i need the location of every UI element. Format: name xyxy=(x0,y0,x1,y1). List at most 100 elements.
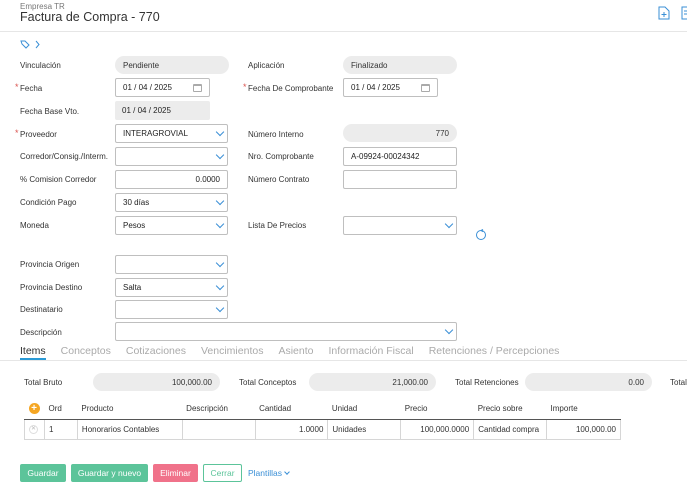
provincia-origen-label: Provincia Origen xyxy=(20,260,80,269)
eliminar-button[interactable]: Eliminar xyxy=(153,464,198,482)
tab-conceptos[interactable]: Conceptos xyxy=(61,345,111,360)
tab-bar: Items Conceptos Cotizaciones Vencimiento… xyxy=(20,345,574,360)
provincia-destino-label: Provincia Destino xyxy=(20,283,83,292)
chevron-down-icon xyxy=(215,303,225,313)
descripcion-select[interactable] xyxy=(115,322,457,341)
fecha-base-vto-value: 01 / 04 / 2025 xyxy=(115,101,210,120)
numero-contrato-label: Número Contrato xyxy=(248,175,310,184)
proveedor-select[interactable]: INTERAGROVIAL xyxy=(115,124,228,143)
fecha-comprobante-label-text: Fecha De Comprobante xyxy=(248,84,334,93)
tab-informacion-fiscal[interactable]: Información Fiscal xyxy=(328,345,413,360)
delete-icon[interactable]: ✕ xyxy=(29,424,38,434)
proveedor-label-text: Proveedor xyxy=(20,130,57,139)
col-cantidad: Cantidad xyxy=(255,399,328,420)
vinculacion-label: Vinculación xyxy=(20,61,61,70)
provincia-destino-select[interactable]: Salta xyxy=(115,278,228,297)
chevron-down-icon xyxy=(444,325,454,335)
document-icon[interactable] xyxy=(681,6,687,20)
page-title: Factura de Compra - 770 xyxy=(20,10,160,24)
delete-row-cell: ✕ xyxy=(24,419,45,440)
new-document-icon[interactable] xyxy=(658,6,670,20)
total-retenciones-value: 0.00 xyxy=(525,373,652,391)
chevron-down-icon xyxy=(215,196,225,206)
provincia-origen-select[interactable] xyxy=(115,255,228,274)
lista-precios-label: Lista De Precios xyxy=(248,221,307,230)
cell-descripcion[interactable] xyxy=(181,419,256,440)
total-label: Total xyxy=(670,378,687,387)
cerrar-button[interactable]: Cerrar xyxy=(203,464,242,482)
add-row-cell: + xyxy=(24,399,45,420)
moneda-label: Moneda xyxy=(20,221,49,230)
col-importe: Importe xyxy=(546,399,621,420)
table-row[interactable]: ✕ 1 Honorarios Contables 1.0000 Unidades… xyxy=(24,419,621,440)
fecha-comprobante-input[interactable]: 01 / 04 / 2025 xyxy=(343,78,438,97)
refresh-icon[interactable] xyxy=(475,229,487,241)
calendar-icon[interactable] xyxy=(193,83,202,92)
proveedor-label: * Proveedor xyxy=(15,128,57,139)
chevron-down-icon xyxy=(284,468,290,475)
guardar-button[interactable]: Guardar xyxy=(20,464,66,482)
guardar-y-nuevo-button[interactable]: Guardar y nuevo xyxy=(71,464,148,482)
col-unidad: Unidad xyxy=(327,399,401,420)
table-header-row: + Ord Producto Descripción Cantidad Unid… xyxy=(24,399,621,420)
tab-asiento[interactable]: Asiento xyxy=(278,345,313,360)
comision-corredor-input[interactable]: 0.0000 xyxy=(115,170,228,189)
fecha-input[interactable]: 01 / 04 / 2025 xyxy=(115,78,210,97)
corredor-select[interactable] xyxy=(115,147,228,166)
fecha-comprobante-label: * Fecha De Comprobante xyxy=(243,82,334,93)
nro-comprobante-input[interactable]: A-09924-00024342 xyxy=(343,147,457,166)
required-marker: * xyxy=(243,82,247,92)
condicion-pago-label: Condición Pago xyxy=(20,198,77,207)
corredor-label: Corredor/Consig./Interm. xyxy=(20,152,109,161)
add-icon[interactable]: + xyxy=(28,403,40,415)
col-producto: Producto xyxy=(77,399,183,420)
moneda-select[interactable]: Pesos xyxy=(115,216,228,235)
tag-icon[interactable] xyxy=(20,40,30,49)
items-table: + Ord Producto Descripción Cantidad Unid… xyxy=(24,399,621,440)
col-precio: Precio xyxy=(400,399,474,420)
fecha-label-text: Fecha xyxy=(20,84,43,93)
tab-items[interactable]: Items xyxy=(20,345,46,360)
required-marker: * xyxy=(15,82,19,92)
condicion-pago-value: 30 días xyxy=(123,198,150,207)
proveedor-value: INTERAGROVIAL xyxy=(123,129,188,138)
cell-precio[interactable]: 100,000.0000 xyxy=(400,419,475,440)
destinatario-select[interactable] xyxy=(115,300,228,319)
fecha-value: 01 / 04 / 2025 xyxy=(123,83,172,92)
chevron-down-icon xyxy=(215,150,225,160)
condicion-pago-select[interactable]: 30 días xyxy=(115,193,228,212)
lista-precios-select[interactable] xyxy=(343,216,457,235)
provincia-destino-value: Salta xyxy=(123,283,142,292)
cell-precio-sobre[interactable]: Cantidad compra xyxy=(473,419,548,440)
fecha-comprobante-value: 01 / 04 / 2025 xyxy=(351,83,400,92)
cell-ord: 1 xyxy=(43,419,78,440)
tab-divider xyxy=(0,360,687,361)
chevron-right-icon[interactable] xyxy=(35,40,41,49)
plantillas-label: Plantillas xyxy=(248,468,283,478)
comision-corredor-label: % Comision Corredor xyxy=(20,175,97,184)
calendar-icon[interactable] xyxy=(421,83,430,92)
cell-producto[interactable]: Honorarios Contables xyxy=(76,419,183,440)
numero-contrato-input[interactable] xyxy=(343,170,457,189)
aplicacion-value: Finalizado xyxy=(343,56,457,74)
chevron-down-icon xyxy=(215,219,225,229)
tab-vencimientos[interactable]: Vencimientos xyxy=(201,345,263,360)
col-descripcion: Descripción xyxy=(182,399,256,420)
total-bruto-label: Total Bruto xyxy=(24,378,63,387)
plantillas-button[interactable]: Plantillas xyxy=(248,468,290,478)
total-bruto-value: 100,000.00 xyxy=(93,373,220,391)
descripcion-label: Descripción xyxy=(20,328,62,337)
required-marker: * xyxy=(15,128,19,138)
total-retenciones-label: Total Retenciones xyxy=(455,378,519,387)
nro-comprobante-label: Nro. Comprobante xyxy=(248,152,314,161)
header-divider xyxy=(0,31,687,32)
cell-cantidad[interactable]: 1.0000 xyxy=(254,419,329,440)
col-precio-sobre: Precio sobre xyxy=(473,399,547,420)
tab-retenciones[interactable]: Retenciones / Percepciones xyxy=(429,345,560,360)
vinculacion-value: Pendiente xyxy=(115,56,229,74)
fecha-label: * Fecha xyxy=(15,82,43,93)
chevron-down-icon xyxy=(215,281,225,291)
tab-cotizaciones[interactable]: Cotizaciones xyxy=(126,345,186,360)
fecha-base-vto-label: Fecha Base Vto. xyxy=(20,107,80,116)
cell-unidad[interactable]: Unidades xyxy=(327,419,402,440)
